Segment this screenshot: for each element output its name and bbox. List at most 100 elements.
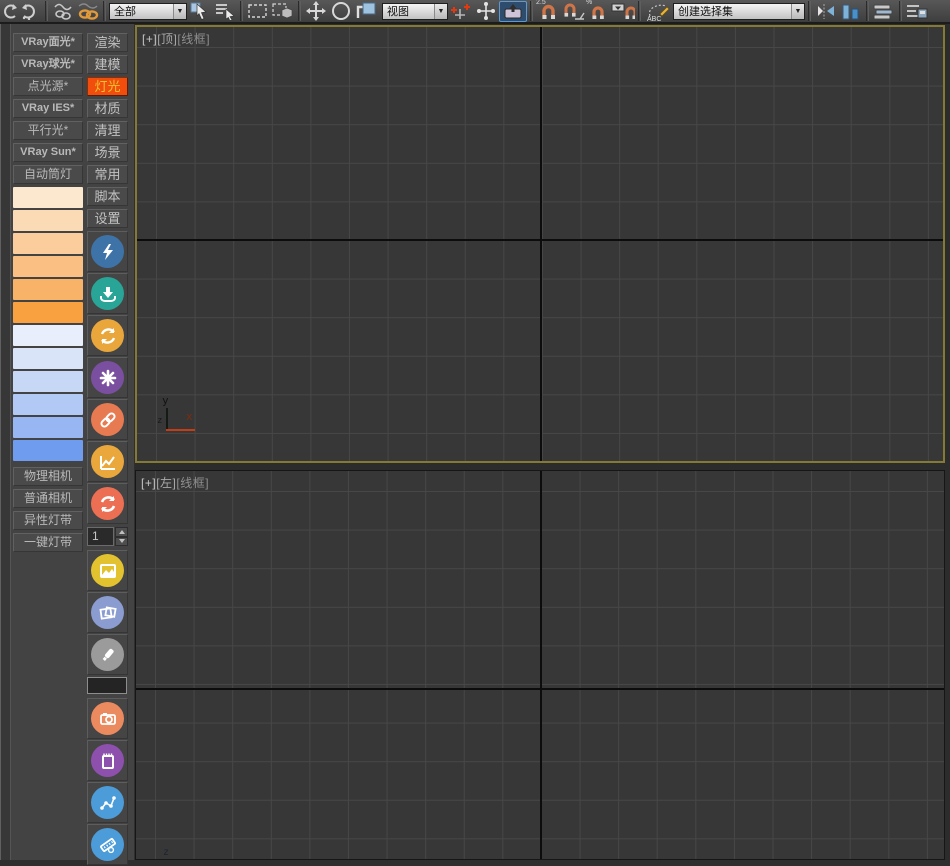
color-swatch-warm-3[interactable] bbox=[13, 233, 83, 254]
viewport-left[interactable]: [+][左][线框] z bbox=[135, 470, 945, 860]
select-object-icon[interactable] bbox=[188, 0, 212, 22]
btn-direct-light[interactable]: 平行光* bbox=[13, 121, 83, 140]
tab-render[interactable]: 渲染 bbox=[87, 33, 128, 52]
snap-toggle-icon[interactable]: 2.5 bbox=[536, 0, 560, 22]
color-swatch-cool-1[interactable] bbox=[13, 325, 83, 346]
spinner-down-button[interactable] bbox=[115, 537, 128, 547]
use-pivot-center-icon[interactable] bbox=[449, 0, 473, 22]
ibtn-photos[interactable] bbox=[87, 592, 128, 633]
color-swatch-warm-4[interactable] bbox=[13, 256, 83, 277]
viewport-menu-button[interactable]: [+] bbox=[142, 32, 157, 46]
ibtn-pencil[interactable] bbox=[87, 634, 128, 675]
percent-snap-icon[interactable]: % bbox=[586, 0, 610, 22]
color-swatch-cool-4[interactable] bbox=[13, 394, 83, 415]
axis-y-line bbox=[166, 408, 168, 429]
viewport-top[interactable]: [+][顶][线框] y z x bbox=[135, 25, 945, 463]
mirror-icon[interactable] bbox=[814, 0, 838, 22]
color-swatch-cool-5[interactable] bbox=[13, 417, 83, 438]
align-icon[interactable] bbox=[839, 0, 863, 22]
edit-named-selections-icon[interactable]: ABC bbox=[644, 0, 672, 22]
text-input[interactable] bbox=[87, 677, 127, 694]
ibtn-camera[interactable] bbox=[87, 698, 128, 739]
scene-explorer-icon[interactable] bbox=[905, 0, 929, 22]
color-swatch-warm-1[interactable] bbox=[13, 187, 83, 208]
btn-shaped-lightstrip[interactable]: 异性灯带 bbox=[13, 511, 83, 530]
angle-snap-icon[interactable] bbox=[561, 0, 585, 22]
notebook-icon bbox=[91, 744, 124, 777]
spinner-up-button[interactable] bbox=[115, 527, 128, 537]
axis-z-label: z bbox=[157, 416, 162, 426]
tab-scene[interactable]: 场景 bbox=[87, 143, 128, 162]
select-and-move-icon[interactable] bbox=[304, 0, 328, 22]
reference-coordinate-dropdown[interactable]: 视图 ▼ bbox=[382, 3, 448, 20]
ibtn-sync[interactable] bbox=[87, 315, 128, 356]
main-toolbar: 全部 ▼ 视图 ▼ 2.5 % bbox=[0, 0, 950, 24]
window-crossing-icon[interactable] bbox=[271, 0, 295, 22]
color-swatch-cool-3[interactable] bbox=[13, 371, 83, 392]
ibtn-flower[interactable] bbox=[87, 357, 128, 398]
select-and-link-icon[interactable] bbox=[51, 0, 75, 22]
tab-model[interactable]: 建模 bbox=[87, 55, 128, 74]
ibtn-path[interactable] bbox=[87, 782, 128, 823]
spinner-snap-icon[interactable] bbox=[611, 0, 635, 22]
tab-settings[interactable]: 设置 bbox=[87, 209, 128, 228]
btn-auto-downlight[interactable]: 自动筒灯 bbox=[13, 165, 83, 184]
link-icon bbox=[91, 403, 124, 436]
btn-vray-ies[interactable]: VRay IES* bbox=[13, 99, 83, 118]
tab-clean[interactable]: 清理 bbox=[87, 121, 128, 140]
color-swatch-warm-5[interactable] bbox=[13, 279, 83, 300]
axis-x-line bbox=[166, 429, 195, 431]
count-spinner-field[interactable]: 1 bbox=[87, 527, 114, 546]
viewport-shading-button[interactable]: [线框] bbox=[177, 32, 210, 46]
named-selection-sets-dropdown[interactable]: 创建选择集 ▼ bbox=[673, 3, 805, 20]
path-icon bbox=[91, 786, 124, 819]
ibtn-ruler[interactable] bbox=[87, 824, 128, 865]
viewport-menu-button[interactable]: [+] bbox=[141, 476, 156, 490]
btn-point-light[interactable]: 点光源* bbox=[13, 77, 83, 96]
tab-light[interactable]: 灯光 bbox=[87, 77, 128, 96]
ibtn-chart[interactable] bbox=[87, 441, 128, 482]
viewport-view-button[interactable]: [左] bbox=[156, 476, 176, 490]
btn-onekey-lightstrip[interactable]: 一键灯带 bbox=[13, 533, 83, 552]
layer-manager-icon[interactable] bbox=[872, 0, 896, 22]
rectangular-selection-icon[interactable] bbox=[246, 0, 270, 22]
ibtn-sync-alt[interactable] bbox=[87, 483, 128, 524]
tab-material[interactable]: 材质 bbox=[87, 99, 128, 118]
btn-vray-sphere-light[interactable]: VRay球光* bbox=[13, 55, 83, 74]
ibtn-notebook[interactable] bbox=[87, 740, 128, 781]
script-panel: VRay面光* VRay球光* 点光源* VRay IES* 平行光* VRay… bbox=[0, 24, 133, 860]
color-swatch-cool-6[interactable] bbox=[13, 440, 83, 461]
color-swatch-warm-2[interactable] bbox=[13, 210, 83, 231]
keyboard-override-toggle[interactable] bbox=[499, 1, 527, 22]
photos-icon bbox=[91, 596, 124, 629]
ibtn-download[interactable] bbox=[87, 273, 128, 314]
viewport-shading-button[interactable]: [线框] bbox=[176, 476, 209, 490]
selection-filter-dropdown[interactable]: 全部 ▼ bbox=[109, 3, 187, 20]
unlink-selection-icon[interactable] bbox=[76, 0, 100, 22]
toolbar-divider bbox=[298, 1, 301, 21]
btn-vray-sun[interactable]: VRay Sun* bbox=[13, 143, 83, 162]
ibtn-image[interactable] bbox=[87, 550, 128, 591]
ibtn-link[interactable] bbox=[87, 399, 128, 440]
tab-common[interactable]: 常用 bbox=[87, 165, 128, 184]
select-and-manipulate-icon[interactable] bbox=[474, 0, 498, 22]
tab-script[interactable]: 脚本 bbox=[87, 187, 128, 206]
viewport-view-button[interactable]: [顶] bbox=[157, 32, 177, 46]
color-swatch-cool-2[interactable] bbox=[13, 348, 83, 369]
chevron-down-icon: ▼ bbox=[173, 4, 186, 19]
select-by-name-icon[interactable] bbox=[213, 0, 237, 22]
btn-vray-area-light[interactable]: VRay面光* bbox=[13, 33, 83, 52]
btn-standard-camera[interactable]: 普通相机 bbox=[13, 489, 83, 508]
redo-icon[interactable] bbox=[18, 0, 42, 22]
undo-icon[interactable] bbox=[1, 0, 17, 22]
select-and-rotate-icon[interactable] bbox=[329, 0, 353, 22]
select-and-scale-icon[interactable] bbox=[354, 0, 378, 22]
panel-left-column: VRay面光* VRay球光* 点光源* VRay IES* 平行光* VRay… bbox=[13, 33, 83, 555]
named-selection-sets-value: 创建选择集 bbox=[674, 3, 791, 19]
color-swatch-warm-6[interactable] bbox=[13, 302, 83, 323]
ibtn-lightning[interactable] bbox=[87, 231, 128, 272]
axis-gizmo: y z x bbox=[157, 397, 201, 441]
axis-x-label: x bbox=[186, 410, 193, 423]
count-spinner-buttons bbox=[115, 527, 128, 546]
btn-physical-camera[interactable]: 物理相机 bbox=[13, 467, 83, 486]
